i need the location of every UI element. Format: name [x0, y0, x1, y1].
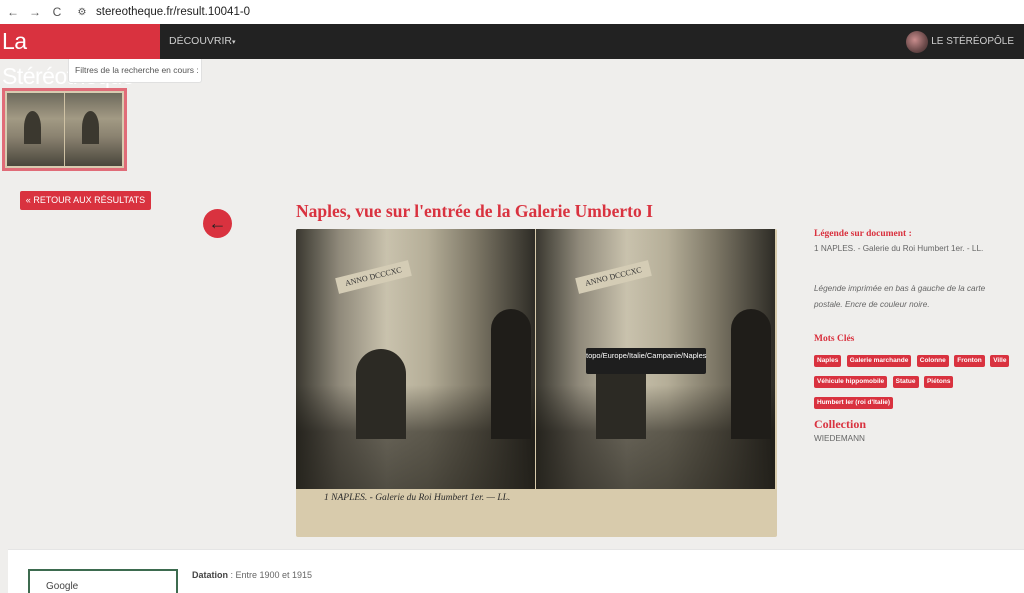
legend-heading: Légende sur document :: [814, 229, 912, 239]
selected-thumbnail[interactable]: [2, 88, 127, 171]
details-panel: Google Datation : Entre 1900 et 1915: [8, 549, 1024, 593]
keyword-tag[interactable]: Ville: [990, 355, 1010, 367]
datation-label: Datation: [192, 570, 228, 580]
stereopole-label: LE STÉRÉOPÔLE: [931, 36, 1014, 47]
site-logo[interactable]: La Stéréothèque: [0, 24, 160, 89]
avatar: [906, 30, 929, 53]
back-to-results-button[interactable]: « RETOUR AUX RÉSULTATS: [20, 191, 151, 210]
datation-value: : Entre 1900 et 1915: [228, 570, 313, 580]
stereo-photo[interactable]: ANNO DCCCXC ANNO DCCCXC 1 NAPLES. - Gale…: [296, 229, 777, 537]
keyword-tag[interactable]: Véhicule hippomobile: [814, 376, 888, 388]
address-bar[interactable]: stereotheque.fr/result.10041-0: [96, 6, 250, 18]
thumbnail-left-image: [7, 93, 64, 166]
keyword-tag[interactable]: Naples: [814, 355, 842, 367]
keyword-tag[interactable]: Fronton: [954, 355, 985, 367]
keyword-tag[interactable]: Piétons: [923, 376, 954, 388]
previous-arrow-icon[interactable]: ←: [203, 209, 232, 238]
browser-toolbar: ← → C ⚙ stereotheque.fr/result.10041-0: [0, 0, 1024, 24]
google-logo: Google: [46, 581, 79, 592]
back-icon[interactable]: ←: [4, 5, 22, 19]
double-chevron-left-icon: «: [25, 195, 31, 205]
arch: [731, 309, 771, 439]
thumbnail-right-image: [65, 93, 122, 166]
site-navbar: La Stéréothèque DÉCOUVRIR▾ LE STÉRÉOPÔLE: [0, 24, 1024, 89]
collection-heading: Collection: [814, 417, 866, 431]
caret-down-icon: ▾: [232, 39, 236, 46]
banner-inscription: ANNO DCCCXC: [575, 260, 652, 294]
stereo-left-image: ANNO DCCCXC: [296, 229, 535, 489]
page-title: Naples, vue sur l'entrée de la Galerie U…: [296, 201, 653, 221]
arch: [491, 309, 531, 439]
back-to-results-label: RETOUR AUX RÉSULTATS: [33, 195, 146, 205]
keyword-tag[interactable]: Humbert Ier (roi d'Italie): [814, 397, 894, 409]
collection-value: WIEDEMANN: [814, 434, 865, 443]
keyword-tag[interactable]: Statue: [892, 376, 919, 388]
datation-row: Datation : Entre 1900 et 1915: [192, 570, 312, 580]
site-info-icon[interactable]: ⚙: [74, 7, 90, 18]
google-map[interactable]: Google: [28, 569, 178, 593]
search-filters-panel[interactable]: Filtres de la recherche en cours :: [68, 59, 202, 83]
legend-note: Légende imprimée en bas à gauche de la c…: [814, 284, 986, 309]
keyword-tags: Naples Galerie marchande Colonne Fronton…: [814, 349, 1014, 412]
arch: [356, 349, 406, 439]
forward-icon[interactable]: →: [26, 5, 44, 19]
keyword-tag[interactable]: Colonne: [916, 355, 949, 367]
keywords-heading: Mots Clés: [814, 334, 855, 344]
stereopole-link[interactable]: LE STÉRÉOPÔLE: [906, 24, 1014, 59]
reload-icon[interactable]: C: [48, 5, 66, 19]
photo-caption: 1 NAPLES. - Galerie du Roi Humbert 1er. …: [324, 493, 511, 503]
discover-menu[interactable]: DÉCOUVRIR▾: [169, 24, 236, 60]
keyword-tag[interactable]: Galerie marchande: [846, 355, 912, 367]
location-tooltip: topo/Europe/Italie/Campanie/Naples: [586, 348, 707, 374]
legend-text: 1 NAPLES. - Galerie du Roi Humbert 1er. …: [814, 244, 984, 253]
discover-label: DÉCOUVRIR: [169, 35, 233, 47]
banner-inscription: ANNO DCCCXC: [335, 260, 412, 294]
